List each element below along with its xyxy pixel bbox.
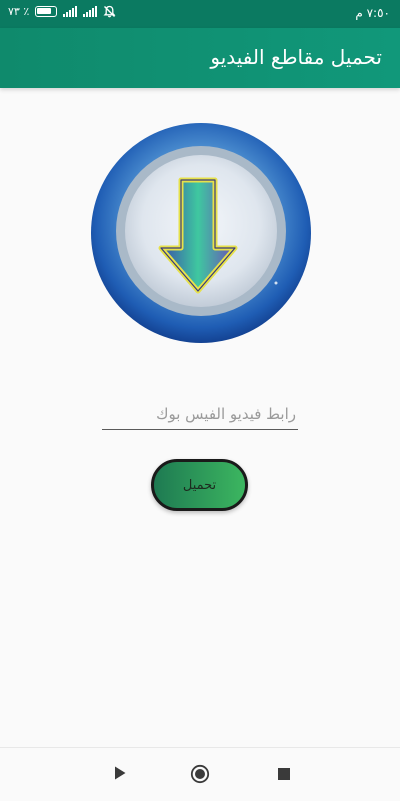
battery-percent: ٪ ٧٣: [8, 5, 30, 18]
navigation-bar: [0, 747, 400, 801]
battery-icon: [35, 6, 58, 17]
app-bar: تحميل مقاطع الفيديو: [0, 28, 400, 88]
recents-square-icon[interactable]: [277, 767, 291, 781]
facebook-video-url-input[interactable]: [102, 398, 298, 430]
status-bar: ٪ ٧٣ ٧:٥٠ م: [0, 0, 400, 28]
signal-icon: [63, 6, 78, 17]
download-button-label: تحميل: [182, 477, 217, 493]
signal-icon: [83, 6, 98, 17]
back-triangle-icon[interactable]: [113, 765, 127, 781]
status-time: ٧:٥٠ م: [355, 6, 390, 20]
app-title: تحميل مقاطع الفيديو: [210, 45, 382, 69]
download-button[interactable]: تحميل: [151, 459, 248, 511]
status-icons: ٪ ٧٣: [8, 5, 116, 18]
muted-bell-icon: [103, 5, 116, 18]
home-circle-icon[interactable]: [190, 764, 210, 784]
download-logo: [91, 123, 311, 343]
